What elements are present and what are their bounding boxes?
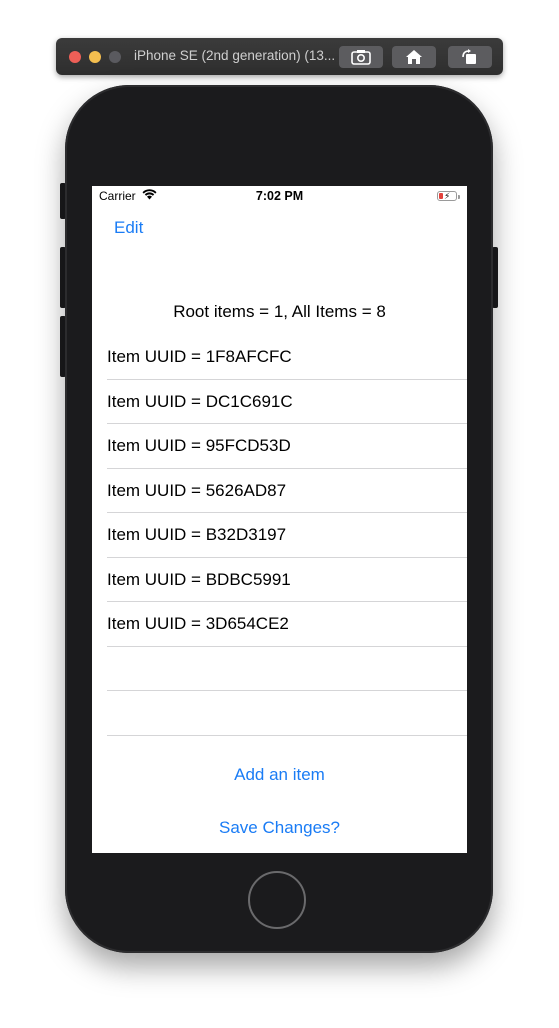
rotate-icon	[462, 49, 476, 64]
simulator-home-button[interactable]	[392, 46, 436, 68]
item-label: Item UUID = 95FCD53D	[107, 436, 291, 455]
items-summary: Root items = 1, All Items = 8	[173, 302, 386, 321]
list-item[interactable]: Item UUID = B32D3197	[107, 513, 467, 558]
item-label: Item UUID = DC1C691C	[107, 391, 293, 411]
status-bar: Carrier 7:02 PM ⚡	[92, 186, 467, 206]
item-label: Item UUID = BDBC5991	[107, 569, 291, 589]
simulator-title: iPhone SE (2nd generation) (13...	[134, 48, 334, 63]
rotate-button[interactable]	[448, 46, 492, 68]
list-item[interactable]: Item UUID = 95FCD53D	[107, 424, 467, 469]
list-item[interactable]: Item UUID = 3D654CE2	[107, 602, 467, 647]
charging-bolt-icon: ⚡	[444, 191, 451, 201]
battery-icon: ⚡	[437, 191, 460, 201]
item-label: Item UUID = 1F8AFCFC	[107, 347, 292, 366]
add-item-button[interactable]: Add an item	[92, 765, 467, 785]
window-zoom-button[interactable]	[109, 51, 121, 63]
window-close-button[interactable]	[69, 51, 81, 63]
list-item[interactable]: Item UUID = 5626AD87	[107, 469, 467, 513]
edit-button[interactable]: Edit	[114, 218, 143, 238]
item-list: Item UUID = 1F8AFCFC Item UUID = DC1C691…	[92, 335, 467, 736]
camera-icon	[351, 50, 371, 65]
simulator-stage: iPhone SE (2nd generation) (13... Carrie…	[0, 0, 559, 1028]
window-minimize-button[interactable]	[89, 51, 101, 63]
simulator-title-bar: iPhone SE (2nd generation) (13...	[56, 38, 503, 75]
screenshot-button[interactable]	[339, 46, 383, 68]
list-item-empty[interactable]	[107, 647, 467, 691]
phone-screen: Carrier 7:02 PM ⚡ Edit Root items = 1, A…	[92, 186, 467, 853]
list-item-empty[interactable]	[107, 691, 467, 736]
item-label: Item UUID = 3D654CE2	[107, 614, 289, 633]
save-changes-button[interactable]: Save Changes?	[92, 818, 467, 838]
list-item[interactable]: Item UUID = 1F8AFCFC	[107, 335, 467, 380]
list-item[interactable]: Item UUID = BDBC5991	[107, 558, 467, 602]
status-time: 7:02 PM	[255, 189, 304, 203]
item-label: Item UUID = B32D3197	[107, 525, 287, 544]
item-label: Item UUID = 5626AD87	[107, 480, 287, 500]
phone-home-button[interactable]	[248, 871, 306, 929]
home-icon	[406, 50, 422, 64]
list-item[interactable]: Item UUID = DC1C691C	[107, 380, 467, 424]
